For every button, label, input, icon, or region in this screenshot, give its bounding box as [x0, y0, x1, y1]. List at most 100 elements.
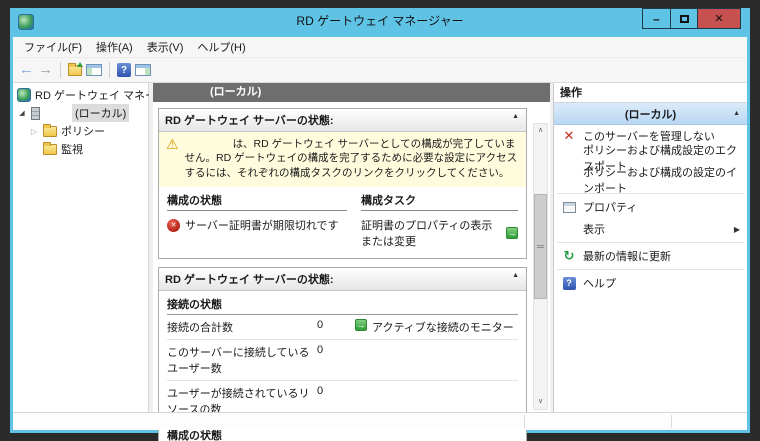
tree-expanded-icon[interactable]: ◢ — [17, 109, 27, 117]
red-x-icon: ✕ — [563, 128, 575, 143]
menu-help[interactable]: ヘルプ(H) — [190, 37, 252, 57]
monitor-connections-link[interactable]: アクティブな接続のモニター — [372, 319, 514, 335]
menu-file[interactable]: ファイル(F) — [17, 37, 89, 57]
warning-icon: ⚠ — [166, 136, 179, 152]
title-bar: RD ゲートウェイ マネージャー – ✕ — [13, 8, 747, 37]
action-import-settings[interactable]: ポリシーおよび構成の設定のインポート — [554, 167, 747, 195]
action-view[interactable]: 表示 ▶ — [554, 218, 747, 240]
connected-resources-value: 0 — [317, 385, 324, 398]
window-title: RD ゲートウェイ マネージャー — [296, 14, 464, 28]
cert-expired-status: サーバー証明書が期限切れです — [185, 220, 339, 233]
warning-banner: ⚠ は、RD ゲートウェイ サーバーとしての構成が完了していません。RD ゲート… — [159, 132, 526, 188]
config-status-box-title: RD ゲートウェイ サーバーの状態: — [165, 115, 334, 127]
maximize-button[interactable] — [671, 8, 698, 29]
action-pane-toggle-icon[interactable] — [135, 64, 151, 76]
window-controls: – ✕ — [642, 8, 741, 29]
up-arrow-icon — [77, 61, 83, 67]
connected-users-label: このサーバーに接続しているユーザー数 — [167, 347, 310, 376]
menu-view[interactable]: 表示(V) — [140, 37, 191, 57]
menu-bar: ファイル(F) 操作(A) 表示(V) ヘルプ(H) — [13, 37, 747, 58]
tree-server-label: (ローカル) — [72, 104, 130, 122]
go-arrow-icon[interactable]: → — [355, 319, 367, 332]
connected-users-value: 0 — [317, 344, 324, 357]
client-area: ファイル(F) 操作(A) 表示(V) ヘルプ(H) ← → ? RD ゲートウ… — [13, 37, 747, 441]
list-item: 接続の合計数 0 → アクティブな接続のモニター — [167, 315, 518, 341]
back-icon[interactable]: ← — [19, 62, 34, 77]
maximize-icon — [679, 14, 689, 23]
config-status-table: 構成の状態 構成タスク ✕ サーバー証明書が期限切れです 証明書のプロパティの表… — [159, 187, 526, 258]
forward-icon[interactable]: → — [38, 62, 53, 77]
toolbar: ← → ? — [13, 58, 747, 83]
folder-icon — [43, 141, 57, 155]
collapse-icon[interactable]: ▲ — [512, 113, 519, 120]
results-pane-header: (ローカル) — [153, 83, 550, 102]
actions-separator — [557, 193, 744, 194]
action-label: プロパティ — [583, 202, 638, 214]
action-label: ヘルプ — [583, 278, 616, 290]
tree-node-monitoring[interactable]: 監視 — [13, 140, 148, 158]
connection-status-title: 接続の状態 — [167, 291, 518, 316]
folder-icon — [43, 123, 57, 137]
menu-action[interactable]: 操作(A) — [89, 37, 140, 57]
results-pane-content: RD ゲートウェイ サーバーの状態: ▲ ⚠ は、RD ゲートウェイ サーバーと… — [153, 102, 550, 441]
toolbar-separator — [109, 62, 110, 78]
error-icon: ✕ — [167, 218, 180, 232]
warning-text: は、RD ゲートウェイ サーバーとしての構成が完了していません。RD ゲートウェ… — [184, 138, 518, 179]
main-area: RD ゲートウェイ マネージャー ◢ (ローカル) ▷ ポリシー 監視 (ローカ… — [13, 83, 747, 441]
collapse-icon[interactable]: ▲ — [512, 272, 519, 279]
close-button[interactable]: ✕ — [698, 8, 741, 29]
server-status-box-title: RD ゲートウェイ サーバーの状態: — [165, 274, 334, 287]
app-window: RD ゲートウェイ マネージャー – ✕ ファイル(F) 操作(A) 表示(V)… — [10, 8, 750, 441]
actions-separator — [557, 269, 744, 270]
folder-up-icon[interactable] — [68, 61, 83, 76]
status-bar-divider — [671, 415, 672, 428]
vertical-scrollbar[interactable]: ∧ ∨ — [533, 123, 548, 410]
tree-node-policies[interactable]: ▷ ポリシー — [13, 122, 148, 140]
tree-root[interactable]: RD ゲートウェイ マネージャー — [13, 86, 188, 104]
actions-pane: 操作 (ローカル) ▲ ✕ このサーバーを管理しない ポリシーおよび構成設定のエ… — [553, 83, 747, 412]
refresh-icon: ↻ — [563, 248, 575, 263]
close-icon: ✕ — [714, 13, 724, 25]
rd-gateway-icon — [17, 88, 31, 102]
cert-properties-link[interactable]: 証明書のプロパティの表示または変更 — [361, 217, 501, 249]
actions-pane-title: 操作 — [554, 83, 747, 103]
col-config-status: 構成の状態 — [167, 189, 347, 212]
server-status-box-header: RD ゲートウェイ サーバーの状態: ▲ — [159, 268, 526, 292]
scroll-up-icon[interactable]: ∧ — [534, 124, 547, 138]
minimize-icon: – — [653, 11, 660, 26]
console-tree-toggle-icon[interactable] — [86, 64, 102, 76]
go-arrow-icon[interactable]: → — [506, 227, 518, 240]
toolbar-separator — [60, 62, 61, 78]
tree-collapsed-icon[interactable]: ▷ — [29, 127, 39, 136]
scrollbar-thumb[interactable] — [534, 194, 547, 299]
console-tree: RD ゲートウェイ マネージャー ◢ (ローカル) ▷ ポリシー 監視 — [13, 83, 188, 412]
collapse-icon[interactable]: ▲ — [733, 110, 740, 117]
minimize-button[interactable]: – — [642, 8, 671, 29]
action-properties[interactable]: プロパティ — [554, 196, 747, 218]
total-connections-value: 0 — [317, 319, 324, 332]
server-icon — [31, 106, 40, 120]
action-label: 表示 — [583, 224, 605, 236]
action-help[interactable]: ? ヘルプ — [554, 272, 747, 294]
properties-icon — [562, 201, 576, 213]
thumb-grip — [537, 245, 544, 248]
tree-policies-label: ポリシー — [61, 126, 105, 138]
tree-server-node[interactable]: ◢ (ローカル) — [13, 104, 148, 122]
total-connections-label: 接続の合計数 — [167, 322, 233, 335]
help-icon: ? — [562, 276, 576, 290]
status-bar — [13, 412, 747, 430]
table-row: ✕ サーバー証明書が期限切れです 証明書のプロパティの表示または変更 → — [167, 211, 518, 252]
config-status-box: RD ゲートウェイ サーバーの状態: ▲ ⚠ は、RD ゲートウェイ サーバーと… — [158, 108, 527, 260]
actions-group-header[interactable]: (ローカル) ▲ — [554, 103, 747, 125]
action-refresh[interactable]: ↻ 最新の情報に更新 — [554, 245, 747, 267]
status-bar-divider — [524, 415, 525, 428]
scroll-down-icon[interactable]: ∨ — [534, 395, 547, 409]
actions-separator — [557, 242, 744, 243]
action-label: 最新の情報に更新 — [583, 251, 671, 263]
col-config-task: 構成タスク — [361, 189, 518, 212]
submenu-arrow-icon: ▶ — [733, 224, 740, 234]
actions-group-label: (ローカル) — [624, 108, 677, 121]
config-status-box-header: RD ゲートウェイ サーバーの状態: ▲ — [159, 109, 526, 132]
results-pane: (ローカル) RD ゲートウェイ サーバーの状態: ▲ ⚠ は、RD ゲートウェ… — [153, 83, 550, 441]
help-icon[interactable]: ? — [117, 63, 131, 77]
